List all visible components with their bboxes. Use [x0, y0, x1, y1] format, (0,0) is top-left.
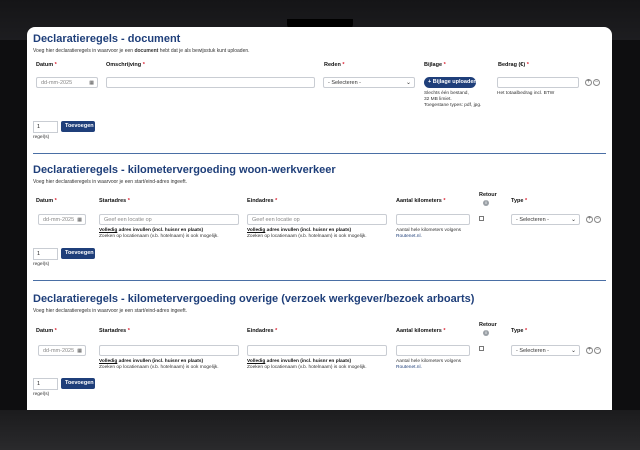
bedrag-input[interactable] — [497, 77, 579, 88]
app-screen: Declaratieregels - document Voeg hier de… — [27, 27, 612, 410]
date-input[interactable]: dd-mm-2025 ▦ — [38, 214, 86, 225]
type-select[interactable]: - Selecteren - ⌄ — [511, 345, 580, 356]
calendar-icon: ▦ — [77, 217, 82, 223]
km-hint: Aantal hele kilometers volgens Routenet.… — [396, 359, 462, 371]
startadres-input[interactable] — [99, 345, 239, 356]
label-retour: Retour — [479, 192, 497, 198]
eind-hint: Volledig adres invullen (incl. huisnr en… — [247, 359, 367, 370]
section-divider — [33, 280, 606, 281]
label-bijlage: Bijlage * — [424, 62, 446, 68]
reden-select[interactable]: - Selecteren - ⌄ — [323, 77, 415, 88]
remove-row-icon[interactable]: − — [594, 216, 601, 223]
add-rows-button[interactable]: Toevoegen — [61, 378, 95, 389]
retour-checkbox[interactable] — [479, 346, 484, 351]
start-hint: Volledig adres invullen (incl. huisnr en… — [99, 228, 219, 239]
chevron-down-icon: ⌄ — [570, 348, 576, 354]
routenet-link[interactable]: Routenet.nl. — [396, 234, 461, 240]
omschrijving-input[interactable] — [106, 77, 315, 88]
add-rows-button[interactable]: Toevoegen — [61, 248, 95, 259]
laptop-base — [0, 410, 640, 450]
upload-note: Slechts één bestand, 32 MB limiet. Toege… — [424, 91, 482, 108]
label-datum: Datum * — [36, 328, 57, 334]
eindadres-input[interactable] — [247, 345, 387, 356]
km-input[interactable] — [396, 214, 470, 225]
eindadres-input[interactable]: Geef een locatie op — [247, 214, 387, 225]
label-eindadres: Eindadres * — [247, 328, 278, 334]
km-hint: Aantal hele kilometers volgens Routenet.… — [396, 228, 462, 240]
bedrag-note: Het totaalbedrag incl. BTW — [497, 91, 555, 96]
section-title: Declaratieregels - kilometervergoeding w… — [33, 164, 336, 176]
rows-label: regel(s) — [33, 262, 50, 267]
remove-row-icon[interactable]: − — [594, 347, 601, 354]
label-eindadres: Eindadres * — [247, 198, 278, 204]
section-subtitle: Voeg hier declaratieregels in waarvoor j… — [33, 308, 187, 314]
label-km: Aantal kilometers * — [396, 198, 446, 204]
section-title: Declaratieregels - document — [33, 33, 181, 45]
add-row-icon[interactable]: + — [586, 216, 593, 223]
label-reden: Reden * — [324, 62, 345, 68]
remove-row-icon[interactable]: − — [593, 79, 600, 86]
chevron-down-icon: ⌄ — [405, 80, 411, 86]
eind-hint: Volledig adres invullen (incl. huisnr en… — [247, 228, 367, 239]
label-startadres: Startadres * — [99, 198, 130, 204]
add-row-icon[interactable]: + — [586, 347, 593, 354]
rows-label: regel(s) — [33, 392, 50, 397]
row-count-input[interactable]: 1 — [33, 121, 58, 133]
date-input[interactable]: dd-mm-2025 ▦ — [36, 77, 98, 88]
label-datum: Datum * — [36, 198, 57, 204]
label-type: Type * — [511, 198, 528, 204]
km-input[interactable] — [396, 345, 470, 356]
section-overige: Declaratieregels - kilometervergoeding o… — [33, 293, 606, 408]
routenet-link[interactable]: Routenet.nl. — [396, 365, 461, 371]
row-count-input[interactable]: 1 — [33, 378, 58, 390]
info-icon[interactable]: i — [483, 330, 489, 336]
calendar-icon: ▦ — [77, 348, 82, 354]
date-input[interactable]: dd-mm-2025 ▦ — [38, 345, 86, 356]
retour-checkbox[interactable] — [479, 216, 484, 221]
rows-label: regel(s) — [33, 135, 50, 140]
label-retour: Retour — [479, 322, 497, 328]
section-subtitle: Voeg hier declaratieregels in waarvoor j… — [33, 48, 250, 54]
label-startadres: Startadres * — [99, 328, 130, 334]
section-woon-werk: Declaratieregels - kilometervergoeding w… — [33, 164, 606, 281]
section-subtitle: Voeg hier declaratieregels in waarvoor j… — [33, 179, 187, 185]
label-km: Aantal kilometers * — [396, 328, 446, 334]
label-datum: Datum * — [36, 62, 57, 68]
startadres-input[interactable]: Geef een locatie op — [99, 214, 239, 225]
type-select[interactable]: - Selecteren - ⌄ — [511, 214, 580, 225]
label-bedrag: Bedrag (€) * — [498, 62, 529, 68]
info-icon[interactable]: i — [483, 200, 489, 206]
section-divider — [33, 153, 606, 154]
add-rows-button[interactable]: Toevoegen — [61, 121, 95, 132]
chevron-down-icon: ⌄ — [570, 217, 576, 223]
calendar-icon: ▦ — [89, 80, 94, 86]
add-row-icon[interactable]: + — [585, 79, 592, 86]
label-omschrijving: Omschrijving * — [106, 62, 145, 68]
section-title: Declaratieregels - kilometervergoeding o… — [33, 293, 475, 305]
section-document: Declaratieregels - document Voeg hier de… — [33, 33, 606, 154]
start-hint: Volledig adres invullen (incl. huisnr en… — [99, 359, 219, 370]
row-count-input[interactable]: 1 — [33, 248, 58, 260]
upload-attachment-button[interactable]: + Bijlage uploaden — [424, 77, 477, 88]
label-type: Type * — [511, 328, 528, 334]
